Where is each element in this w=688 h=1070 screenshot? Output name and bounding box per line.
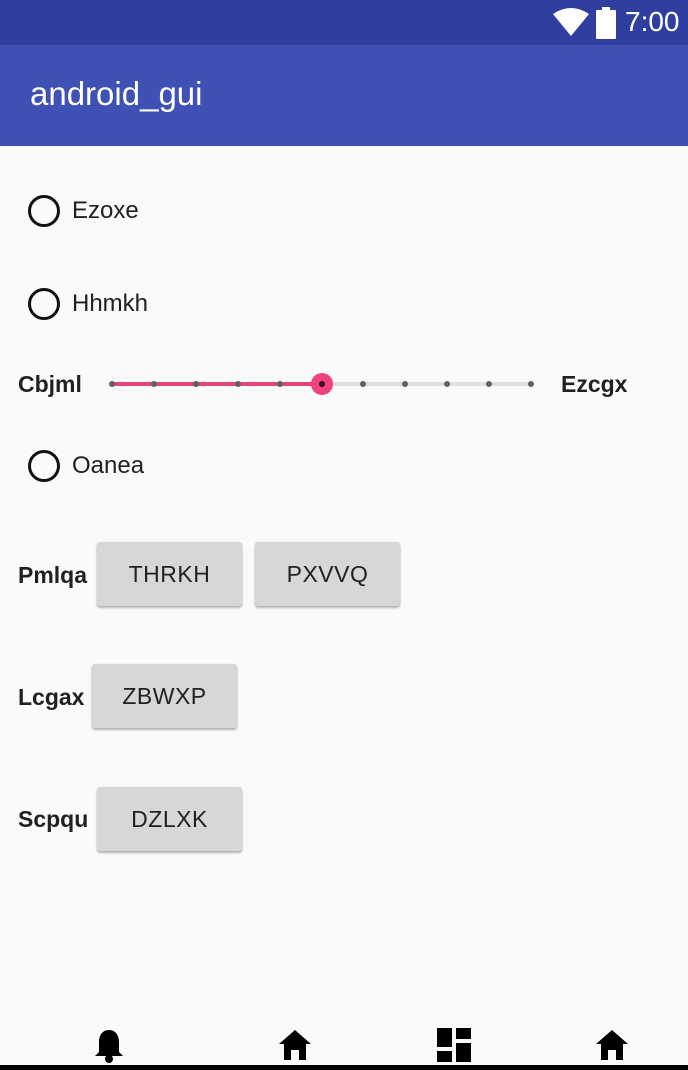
radio-label: Ezoxe bbox=[72, 197, 139, 224]
slider-tick bbox=[150, 381, 157, 387]
dzlxk-button[interactable]: DZLXK bbox=[97, 787, 242, 851]
slider-tick bbox=[276, 381, 283, 387]
slider-tick bbox=[234, 381, 241, 387]
battery-icon bbox=[596, 7, 616, 44]
wifi-icon bbox=[553, 8, 589, 41]
bottom-edge bbox=[0, 1065, 688, 1070]
slider-tick bbox=[109, 381, 115, 387]
zbwxp-button[interactable]: ZBWXP bbox=[92, 664, 237, 728]
slider-tick bbox=[528, 381, 534, 387]
slider-thumb[interactable] bbox=[310, 373, 333, 395]
slider-track-fill bbox=[112, 382, 322, 386]
discrete-slider[interactable] bbox=[105, 368, 543, 400]
slider-tick bbox=[402, 381, 409, 387]
radio-label: Hhmkh bbox=[72, 290, 149, 317]
row-label-pmlqa: Pmlqa bbox=[18, 562, 88, 588]
row-label-lcgax: Lcgax bbox=[18, 684, 85, 710]
pxvvq-button[interactable]: PXVVQ bbox=[255, 542, 400, 606]
bottom-nav bbox=[0, 1020, 688, 1070]
radio-hhmkh[interactable]: Hhmkh bbox=[28, 284, 148, 324]
radio-label: Oanea bbox=[72, 452, 145, 479]
slider-left-label: Cbjml bbox=[18, 371, 82, 397]
status-bar: 7:00 bbox=[0, 0, 688, 45]
app-bar: android_gui bbox=[0, 45, 688, 146]
status-clock: 7:00 bbox=[625, 6, 680, 37]
radio-circle-icon[interactable] bbox=[28, 450, 60, 482]
slider-tick bbox=[444, 381, 451, 387]
row-label-scpqu: Scpqu bbox=[18, 806, 89, 832]
thrkh-button[interactable]: THRKH bbox=[97, 542, 242, 606]
home-icon[interactable] bbox=[277, 1028, 313, 1065]
radio-oanea[interactable]: Oanea bbox=[28, 446, 144, 486]
bell-icon[interactable] bbox=[93, 1028, 125, 1069]
slider-thumb-center bbox=[318, 381, 325, 387]
radio-circle-icon[interactable] bbox=[28, 195, 60, 227]
app-title: android_gui bbox=[30, 75, 203, 112]
radio-ezoxe[interactable]: Ezoxe bbox=[28, 191, 139, 231]
slider-tick bbox=[486, 381, 493, 387]
radio-circle-icon[interactable] bbox=[28, 288, 60, 320]
home-icon[interactable] bbox=[594, 1028, 630, 1065]
slider-tick bbox=[192, 381, 199, 387]
slider-right-label: Ezcgx bbox=[561, 371, 628, 397]
dashboard-icon[interactable] bbox=[437, 1028, 471, 1067]
slider-tick bbox=[360, 381, 367, 387]
